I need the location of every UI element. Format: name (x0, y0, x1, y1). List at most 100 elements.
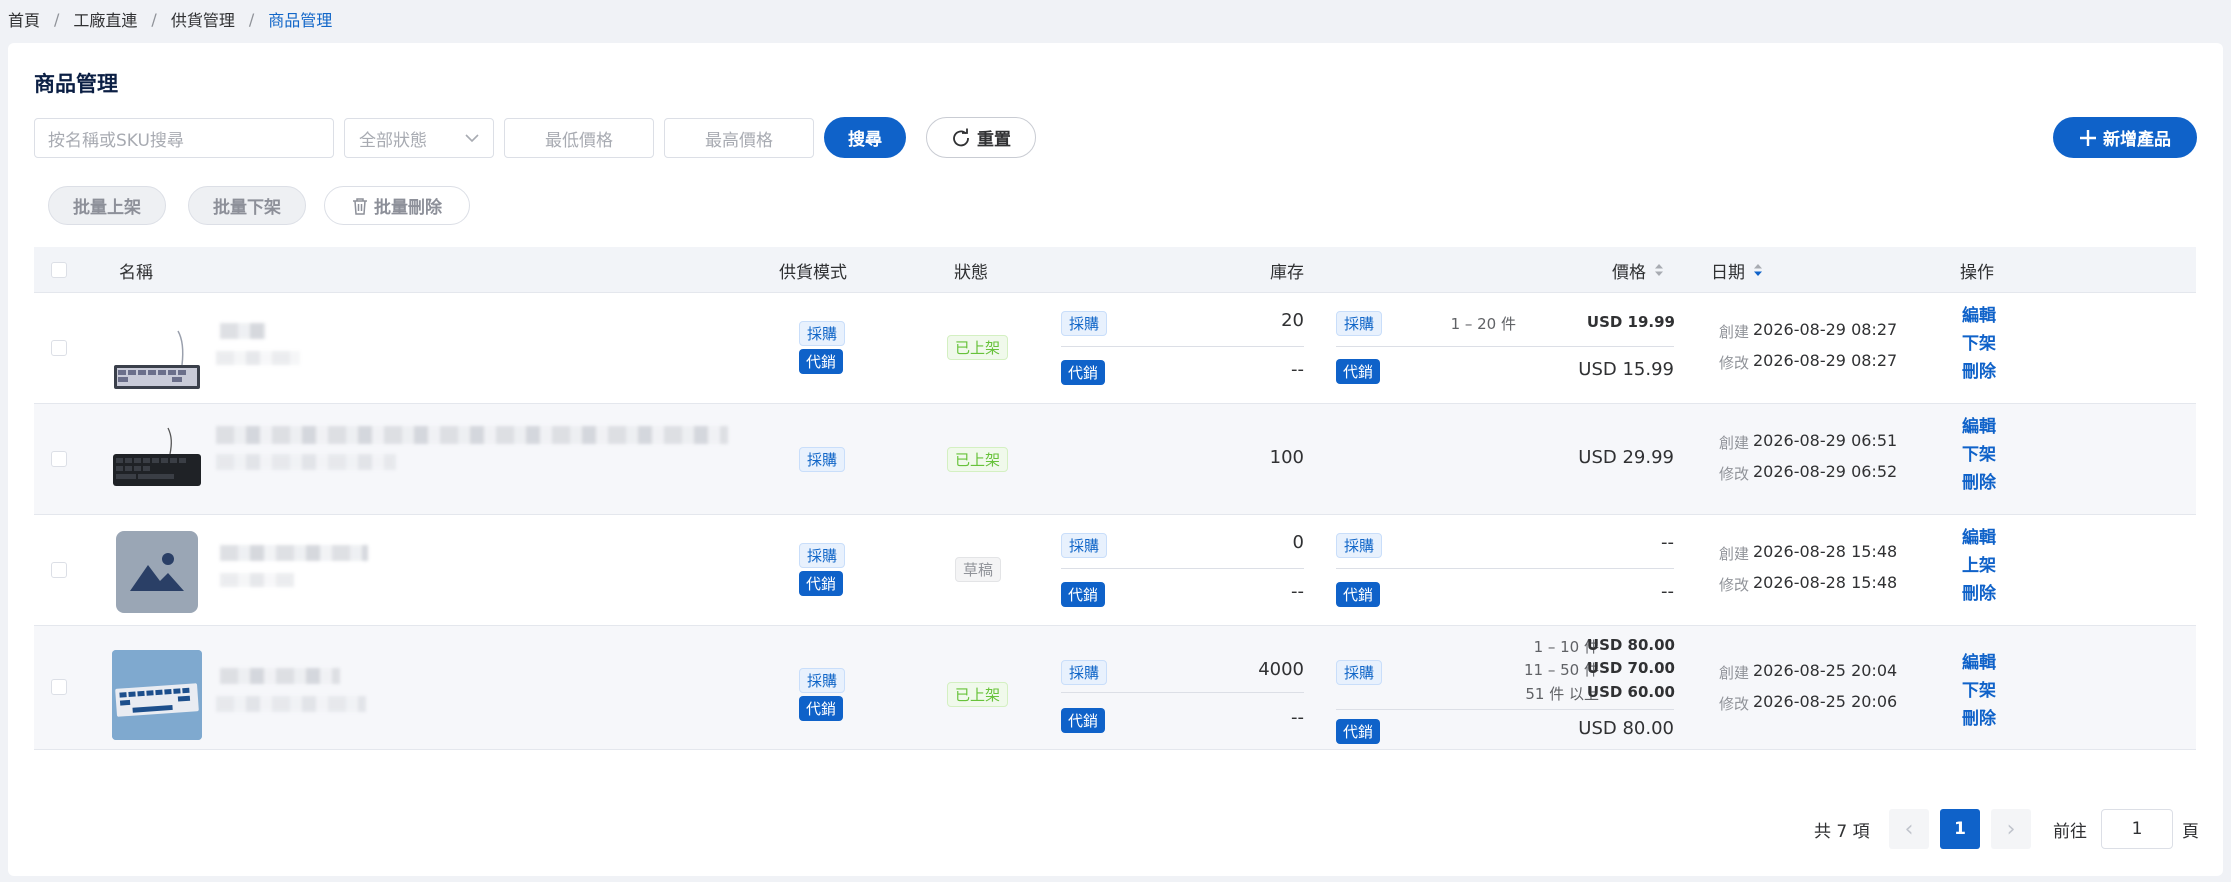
stock-tag-purchase: 採購 (1061, 660, 1108, 685)
product-image (112, 650, 202, 740)
consign-price: USD 80.00 (1578, 718, 1674, 739)
reset-button-label: 重置 (977, 130, 1011, 150)
chevron-right-icon: › (2006, 816, 2016, 842)
breadcrumb-home[interactable]: 首頁 (8, 7, 40, 31)
created-date: 2026-08-25 20:04 (1753, 661, 1898, 680)
tier-price: USD 70.00 (1586, 659, 1675, 677)
breadcrumb-supply[interactable]: 供貨管理 (171, 7, 235, 31)
divider (1061, 568, 1304, 569)
stock-tag-consign: 代銷 (1061, 708, 1106, 733)
reset-button[interactable]: 重置 (926, 117, 1036, 158)
sort-icon (1655, 264, 1663, 276)
sort-icon (1754, 264, 1762, 276)
col-date-label: 日期 (1711, 262, 1745, 283)
mode-tag-purchase: 採購 (799, 668, 846, 693)
edit-link[interactable]: 編輯 (1962, 648, 1996, 673)
price: USD 29.99 (1578, 447, 1674, 468)
next-page-button[interactable]: › (1991, 809, 2031, 849)
col-price[interactable]: 價格 (1612, 247, 1664, 293)
col-price-label: 價格 (1612, 262, 1646, 283)
min-price-input[interactable]: 最低價格 (504, 118, 654, 158)
chevron-left-icon: ‹ (1904, 816, 1914, 842)
prev-page-button[interactable]: ‹ (1889, 809, 1929, 849)
col-ops: 操作 (1960, 262, 1994, 283)
search-input[interactable]: 按名稱或SKU搜尋 (34, 118, 334, 158)
price-tag-purchase: 採購 (1336, 533, 1383, 558)
row-checkbox[interactable] (51, 340, 67, 356)
created-date: 2026-08-29 06:51 (1753, 431, 1898, 450)
mode-tag-consign: 代銷 (799, 349, 844, 374)
blurred-text (220, 545, 368, 561)
status-badge: 已上架 (947, 682, 1009, 707)
row-checkbox[interactable] (51, 451, 67, 467)
table-row: 採購 代銷 已上架 採購 20 代銷 -- 採購 1 – 20 件 USD 19… (34, 293, 2196, 404)
purchase-price: -- (1661, 532, 1674, 553)
mode-tag-consign: 代銷 (799, 696, 844, 721)
list-link[interactable]: 上架 (1962, 551, 1996, 576)
blurred-text (216, 426, 728, 444)
select-all-checkbox[interactable] (51, 262, 67, 278)
price-tag-consign: 代銷 (1336, 582, 1381, 607)
breadcrumb-separator: / (151, 9, 157, 29)
breadcrumb-factory[interactable]: 工廠直連 (73, 7, 137, 31)
col-date[interactable]: 日期 (1711, 247, 1763, 293)
created-label: 創建 (1719, 664, 1750, 682)
goto-page-input[interactable]: 1 (2101, 809, 2173, 849)
divider (1061, 346, 1304, 347)
tier-price: USD 19.99 (1586, 313, 1675, 331)
bulk-list-button[interactable]: 批量上架 (48, 186, 166, 225)
divider (1336, 568, 1674, 569)
divider (1336, 346, 1674, 347)
search-button[interactable]: 搜尋 (824, 117, 906, 158)
status-badge: 已上架 (947, 335, 1009, 360)
stock-consign: -- (1291, 581, 1304, 602)
row-checkbox[interactable] (51, 679, 67, 695)
bulk-delete-button[interactable]: 批量刪除 (324, 186, 470, 225)
status-badge: 已上架 (947, 447, 1009, 472)
stock-consign: -- (1291, 707, 1304, 728)
edit-link[interactable]: 編輯 (1962, 412, 1996, 437)
bulk-unlist-label: 批量下架 (213, 198, 281, 218)
modified-label: 修改 (1719, 576, 1750, 594)
add-product-button[interactable]: 新增產品 (2053, 117, 2197, 158)
add-product-label: 新增產品 (2103, 130, 2171, 150)
price-tag-purchase: 採購 (1336, 660, 1383, 685)
status-select[interactable]: 全部狀態 (344, 118, 494, 158)
bulk-list-label: 批量上架 (73, 198, 141, 218)
unlist-link[interactable]: 下架 (1962, 329, 1996, 354)
stock-purchase: 4000 (1258, 659, 1304, 680)
divider (1061, 692, 1304, 693)
modified-date: 2026-08-25 20:06 (1753, 692, 1898, 711)
stock: 100 (1269, 447, 1304, 468)
modified-date: 2026-08-28 15:48 (1753, 573, 1898, 592)
delete-link[interactable]: 刪除 (1962, 704, 1996, 729)
stock-tag-consign: 代銷 (1061, 360, 1106, 385)
tier-range: 1 – 20 件 (1450, 315, 1516, 333)
table-header: 名稱 供貨模式 狀態 庫存 價格 日期 操作 (34, 247, 2196, 293)
edit-link[interactable]: 編輯 (1962, 523, 1996, 548)
edit-link[interactable]: 編輯 (1962, 301, 1996, 326)
delete-link[interactable]: 刪除 (1962, 357, 1996, 382)
col-name: 名稱 (119, 262, 153, 283)
unlist-link[interactable]: 下架 (1962, 676, 1996, 701)
row-checkbox[interactable] (51, 562, 67, 578)
price-tag-consign: 代銷 (1336, 359, 1381, 384)
unlist-link[interactable]: 下架 (1962, 440, 1996, 465)
stock-purchase: 20 (1281, 310, 1304, 331)
blurred-text (220, 668, 340, 684)
search-button-label: 搜尋 (848, 130, 882, 150)
stock-purchase: 0 (1292, 532, 1304, 553)
table-row: 採購 已上架 100 USD 29.99 創建 2026-08-29 06:51… (34, 404, 2196, 515)
delete-link[interactable]: 刪除 (1962, 468, 1996, 493)
max-price-input[interactable]: 最高價格 (664, 118, 814, 158)
created-label: 創建 (1719, 323, 1750, 341)
page-button-1[interactable]: 1 (1940, 809, 1980, 849)
delete-link[interactable]: 刪除 (1962, 579, 1996, 604)
blurred-text (216, 696, 366, 712)
blurred-text (220, 573, 294, 587)
blurred-text (216, 351, 300, 365)
pagination-total: 共 7 項 (1814, 821, 1870, 842)
bulk-unlist-button[interactable]: 批量下架 (188, 186, 306, 225)
bulk-delete-label: 批量刪除 (374, 198, 442, 218)
mode-tag-purchase: 採購 (799, 543, 846, 568)
